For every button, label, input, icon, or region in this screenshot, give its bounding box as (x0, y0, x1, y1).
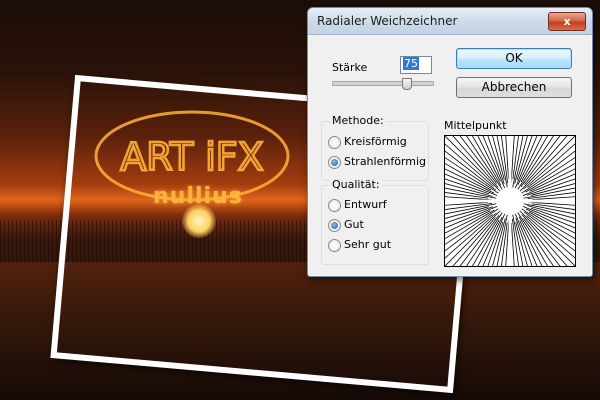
radial-line (445, 206, 494, 224)
radial-line (526, 178, 575, 196)
staerke-label: Stärke (332, 61, 368, 74)
logo-tagline: nullius (153, 184, 243, 209)
option-strahlenfoermig[interactable]: Strahlenförmig (344, 155, 426, 168)
radio-entwurf[interactable] (328, 199, 341, 212)
qualitaet-title: Qualität: (330, 178, 382, 191)
radio-gut[interactable] (328, 219, 341, 232)
title-bar[interactable]: Radialer Weichzeichner x (308, 8, 592, 35)
option-entwurf[interactable]: Entwurf (344, 198, 387, 211)
ok-button[interactable]: OK (456, 48, 572, 69)
radial-line (487, 136, 505, 185)
radio-sehr-gut[interactable] (328, 239, 341, 252)
methode-title: Methode: (330, 114, 386, 127)
logo-text: ART iFX (120, 135, 263, 179)
mittelpunkt-label: Mittelpunkt (444, 119, 507, 132)
radio-strahlenfoermig[interactable] (328, 156, 341, 169)
window-title: Radialer Weichzeichner (317, 14, 458, 28)
radio-kreisfoermig[interactable] (328, 136, 341, 149)
staerke-input[interactable]: 75 (400, 56, 432, 74)
close-button[interactable]: x (548, 12, 586, 31)
staerke-slider-thumb[interactable] (402, 78, 412, 90)
cancel-button[interactable]: Abbrechen (456, 77, 572, 98)
option-kreisfoermig[interactable]: Kreisförmig (344, 135, 407, 148)
mittelpunkt-preview[interactable] (444, 135, 576, 267)
methode-group: Methode: Kreisförmig Strahlenförmig (321, 114, 429, 181)
option-sehr-gut[interactable]: Sehr gut (344, 238, 391, 251)
staerke-slider-track[interactable] (332, 81, 434, 86)
staerke-value: 75 (403, 57, 419, 70)
center-point (498, 189, 522, 213)
qualitaet-group: Qualität: Entwurf Gut Sehr gut (321, 178, 429, 265)
radial-blur-dialog: Radialer Weichzeichner x Stärke 75 OK Ab… (307, 7, 593, 277)
radial-line (515, 217, 533, 266)
option-gut[interactable]: Gut (344, 218, 364, 231)
